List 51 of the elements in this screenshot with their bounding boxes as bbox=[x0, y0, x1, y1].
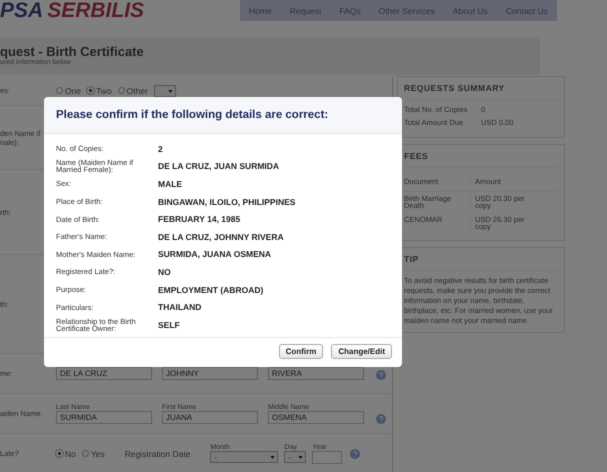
detail-value: SURMIDA, JUANA OSMENA bbox=[158, 249, 272, 260]
detail-value: FEBRUARY 14, 1985 bbox=[158, 214, 240, 224]
nav-link[interactable]: Request bbox=[280, 6, 330, 16]
radio-label: Two bbox=[96, 86, 112, 96]
nav-link[interactable]: Other Services bbox=[370, 6, 444, 16]
copies-dropdown[interactable] bbox=[154, 84, 176, 96]
detail-value: DE LA CRUZ, JUAN SURMIDA bbox=[158, 161, 280, 172]
logo-text[interactable]: SERBILIS bbox=[47, 0, 144, 22]
confirm-button[interactable]: Confirm bbox=[278, 344, 324, 359]
text-input[interactable]: OSMENA bbox=[268, 410, 364, 424]
text-input[interactable]: JOHNNY bbox=[162, 367, 258, 380]
radio-label: No bbox=[65, 448, 76, 458]
help-icon[interactable] bbox=[350, 448, 360, 458]
logo-text[interactable]: PSA bbox=[0, 0, 44, 22]
caret-icon bbox=[168, 90, 173, 92]
radio-label: Yes bbox=[90, 448, 105, 458]
radio-button[interactable] bbox=[118, 87, 125, 94]
field-label: Registration Date bbox=[124, 448, 190, 458]
caret-icon bbox=[298, 456, 304, 459]
radio-label: Other bbox=[126, 86, 148, 96]
card-title: FEES bbox=[404, 151, 558, 168]
text-input[interactable]: JUANA bbox=[162, 410, 258, 424]
card-title: TIP bbox=[404, 254, 558, 270]
detail-value: EMPLOYMENT (ABROAD) bbox=[158, 284, 264, 295]
detail-value: BINGAWAN, ILOILO, PHILIPPINES bbox=[158, 196, 296, 207]
detail-value: SELF bbox=[158, 320, 180, 330]
radio-label: One bbox=[65, 86, 82, 96]
text-input[interactable]: RIVERA bbox=[268, 367, 364, 380]
text-input[interactable]: SURMIDA bbox=[56, 410, 152, 424]
card-title: REQUESTS SUMMARY bbox=[404, 83, 558, 100]
nav-link[interactable]: Home bbox=[240, 6, 281, 16]
nav-link[interactable]: About Us bbox=[444, 6, 497, 16]
detail-value: NO bbox=[158, 266, 171, 277]
caret-icon bbox=[270, 456, 276, 459]
radio-button[interactable] bbox=[56, 87, 63, 94]
month-dropdown[interactable]: - bbox=[210, 451, 278, 463]
radio-button[interactable] bbox=[82, 450, 89, 457]
nav-link[interactable]: Contact Us bbox=[496, 6, 557, 16]
page-title: quest - Birth Certificate bbox=[0, 44, 145, 59]
help-icon[interactable] bbox=[376, 414, 386, 424]
detail-value: DE LA CRUZ, JOHNNY RIVERA bbox=[158, 232, 284, 242]
year-input[interactable] bbox=[312, 450, 342, 464]
detail-value: MALE bbox=[158, 178, 182, 189]
help-icon[interactable] bbox=[376, 370, 386, 380]
detail-value: THAILAND bbox=[158, 302, 202, 312]
dialog-title: Please confirm if the following details are correct: bbox=[56, 109, 328, 121]
detail-value: 2 bbox=[158, 144, 163, 154]
edit-button[interactable]: Change/Edit bbox=[331, 344, 392, 359]
nav-link[interactable]: FAQs bbox=[330, 6, 370, 16]
day-dropdown[interactable]: - bbox=[284, 451, 306, 463]
text-input[interactable]: DE LA CRUZ bbox=[56, 367, 152, 380]
